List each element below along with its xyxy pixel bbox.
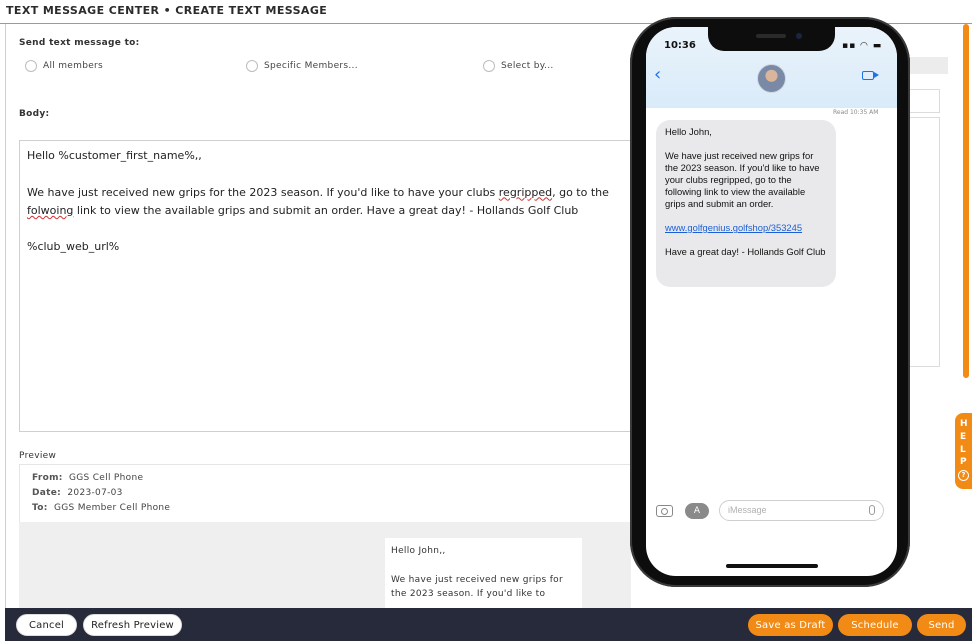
preview-to-row: To: GGS Member Cell Phone	[32, 503, 170, 513]
bubble-closing: Have a great day! - Hollands Golf Club	[665, 246, 826, 257]
body-label: Body:	[19, 109, 50, 119]
body-blank-line	[27, 165, 623, 183]
preview-date-row: Date: 2023-07-03	[32, 488, 123, 498]
phone-screen: 10:36 ▪▪ ◠ ▬ ‹ Read 10:35 AM Hello John,…	[646, 27, 897, 576]
help-tab[interactable]: H E L P ?	[955, 413, 972, 489]
right-panel-fragment	[905, 89, 940, 113]
avatar[interactable]	[757, 64, 786, 93]
camera-icon[interactable]	[656, 505, 673, 517]
left-divider	[5, 24, 6, 608]
body-blank-line	[27, 220, 623, 238]
right-panel-fragment	[905, 117, 940, 367]
video-call-icon[interactable]	[862, 71, 879, 80]
body-line-url-token: %club_web_url%	[27, 240, 120, 254]
bubble-spacer	[665, 210, 827, 222]
imessage-placeholder: iMessage	[728, 505, 767, 515]
microphone-icon[interactable]	[869, 505, 875, 515]
radio-label: Select by...	[501, 61, 554, 71]
right-panel-fragment	[905, 57, 948, 74]
phone-notch	[708, 27, 835, 51]
radio-select-by[interactable]: Select by...	[483, 60, 554, 72]
body-line-paragraph: We have just received new grips for the …	[27, 184, 623, 202]
preview-card-spacer	[391, 559, 576, 573]
bubble-body: We have just received new grips for the …	[665, 150, 823, 209]
misspelled-word: regripped	[498, 185, 553, 199]
bubble-spacer	[665, 234, 827, 246]
signal-wifi-battery-icon: ▪▪ ◠ ▬	[842, 41, 883, 51]
send-button[interactable]: Send	[917, 614, 966, 636]
preview-header-box: From: GGS Cell Phone Date: 2023-07-03 To…	[19, 464, 631, 522]
speaker-icon	[756, 34, 786, 38]
message-bubble: Hello John, We have just received new gr…	[656, 120, 836, 287]
radio-all-members[interactable]: All members	[25, 60, 103, 72]
preview-card-line: Hello John,,	[391, 546, 446, 556]
body-line-paragraph-cont: folwoing link to view the available grip…	[27, 202, 623, 220]
app-store-icon[interactable]: A	[685, 503, 709, 519]
imessage-input[interactable]: iMessage	[719, 500, 884, 521]
to-value: GGS Member Cell Phone	[53, 503, 171, 513]
question-icon: ?	[958, 470, 969, 481]
preview-message-card: Hello John,, We have just received new g…	[385, 538, 582, 608]
from-label: From:	[32, 473, 63, 483]
save-as-draft-button[interactable]: Save as Draft	[748, 614, 833, 636]
body-line-greeting: Hello %customer_first_name%,,	[27, 149, 202, 162]
home-indicator	[726, 564, 818, 568]
date-value: 2023-07-03	[67, 488, 123, 498]
preview-card-line: the 2023 season. If you'd like to	[391, 589, 546, 599]
preview-card-line: We have just received new grips for	[391, 574, 563, 585]
help-letter: H	[960, 419, 968, 429]
body-text-segment: link to view the available grips and sub…	[73, 203, 579, 217]
radio-label: All members	[43, 61, 104, 71]
body-textarea[interactable]: Hello %customer_first_name%,, We have ju…	[19, 140, 631, 432]
radio-circle[interactable]	[483, 60, 495, 72]
send-to-label: Send text message to:	[19, 38, 140, 48]
status-time: 10:36	[664, 40, 696, 51]
chevron-left-icon[interactable]: ‹	[654, 66, 661, 84]
schedule-button[interactable]: Schedule	[838, 614, 912, 636]
bubble-spacer	[665, 138, 827, 150]
bubble-link[interactable]: www.golfgenius.golfshop/353245	[665, 222, 802, 233]
from-value: GGS Cell Phone	[69, 473, 144, 483]
date-label: Date:	[32, 488, 62, 498]
to-label: To:	[32, 503, 48, 513]
cancel-button[interactable]: Cancel	[16, 614, 77, 636]
preview-label: Preview	[19, 451, 57, 461]
page-title: TEXT MESSAGE CENTER • CREATE TEXT MESSAG…	[6, 4, 328, 17]
help-letter: E	[960, 432, 967, 442]
radio-label: Specific Members...	[264, 61, 358, 71]
radio-circle[interactable]	[25, 60, 37, 72]
body-text-segment: We have just received new grips for the …	[27, 185, 499, 199]
help-letter: L	[960, 445, 966, 455]
body-text-segment: , go to the	[552, 185, 609, 199]
radio-specific-members[interactable]: Specific Members...	[246, 60, 358, 72]
scrollbar-thumb[interactable]	[963, 24, 969, 378]
refresh-preview-button[interactable]: Refresh Preview	[83, 614, 182, 636]
help-letter: P	[960, 457, 967, 467]
misspelled-word: folwoing	[27, 203, 74, 217]
radio-circle[interactable]	[246, 60, 258, 72]
preview-from-row: From: GGS Cell Phone	[32, 473, 143, 483]
bubble-greeting: Hello John,	[665, 126, 712, 137]
front-camera-icon	[796, 33, 802, 39]
read-receipt: Read 10:35 AM	[833, 109, 879, 116]
